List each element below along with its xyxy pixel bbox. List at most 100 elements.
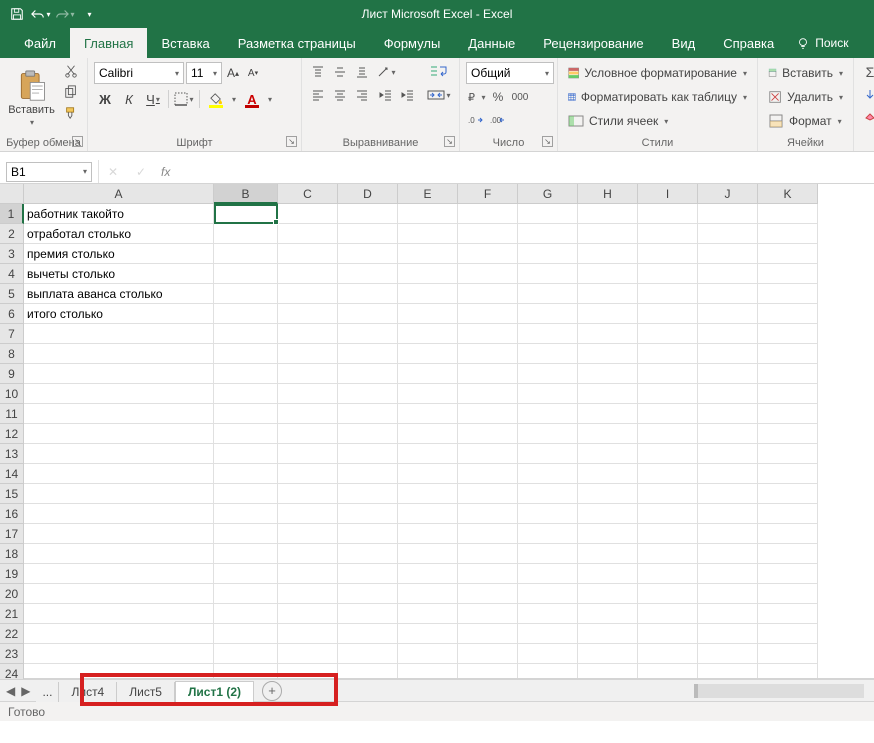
cell[interactable] bbox=[758, 664, 818, 678]
cell[interactable] bbox=[578, 364, 638, 384]
cell[interactable] bbox=[338, 584, 398, 604]
cell[interactable] bbox=[398, 304, 458, 324]
cell[interactable] bbox=[338, 544, 398, 564]
cell[interactable] bbox=[458, 524, 518, 544]
cell[interactable] bbox=[638, 524, 698, 544]
column-header[interactable]: C bbox=[278, 184, 338, 204]
align-center-icon[interactable] bbox=[330, 85, 350, 105]
formula-input[interactable] bbox=[176, 162, 874, 182]
cell[interactable] bbox=[398, 584, 458, 604]
cell[interactable] bbox=[214, 284, 278, 304]
cell[interactable] bbox=[578, 324, 638, 344]
cell[interactable] bbox=[278, 544, 338, 564]
cell[interactable] bbox=[518, 264, 578, 284]
cell[interactable] bbox=[278, 304, 338, 324]
paste-button[interactable]: Вставить ▾ bbox=[6, 62, 57, 135]
cell[interactable] bbox=[698, 504, 758, 524]
cell[interactable] bbox=[214, 504, 278, 524]
cell[interactable] bbox=[758, 464, 818, 484]
cell[interactable] bbox=[458, 204, 518, 224]
cell[interactable] bbox=[698, 284, 758, 304]
row-header[interactable]: 16 bbox=[0, 504, 24, 524]
cell[interactable] bbox=[398, 324, 458, 344]
cell[interactable] bbox=[698, 644, 758, 664]
cell[interactable] bbox=[398, 624, 458, 644]
cell[interactable] bbox=[578, 444, 638, 464]
cell[interactable] bbox=[578, 424, 638, 444]
row-header[interactable]: 13 bbox=[0, 444, 24, 464]
row-header[interactable]: 10 bbox=[0, 384, 24, 404]
cell[interactable] bbox=[698, 584, 758, 604]
tab-file[interactable]: Файл bbox=[10, 28, 70, 58]
row-header[interactable]: 6 bbox=[0, 304, 24, 324]
cell[interactable] bbox=[338, 244, 398, 264]
tab-insert[interactable]: Вставка bbox=[147, 28, 223, 58]
italic-button[interactable]: К bbox=[118, 88, 140, 110]
cell[interactable] bbox=[458, 484, 518, 504]
percent-format-icon[interactable]: % bbox=[488, 87, 508, 107]
sheet-tab[interactable]: Лист1 (2) bbox=[175, 681, 254, 702]
sheet-tab[interactable]: Лист5 bbox=[117, 682, 175, 702]
cell[interactable] bbox=[338, 404, 398, 424]
cell[interactable] bbox=[758, 484, 818, 504]
cell[interactable] bbox=[578, 624, 638, 644]
decrease-indent-icon[interactable] bbox=[376, 85, 396, 105]
cell[interactable]: премия столько bbox=[24, 244, 214, 264]
cell[interactable] bbox=[338, 364, 398, 384]
cell[interactable] bbox=[398, 344, 458, 364]
cell[interactable] bbox=[518, 544, 578, 564]
cancel-formula-icon[interactable]: ✕ bbox=[101, 162, 125, 182]
cell[interactable] bbox=[698, 604, 758, 624]
column-header[interactable]: J bbox=[698, 184, 758, 204]
cell[interactable] bbox=[278, 644, 338, 664]
cell[interactable] bbox=[214, 444, 278, 464]
cell[interactable] bbox=[458, 324, 518, 344]
row-header[interactable]: 14 bbox=[0, 464, 24, 484]
cell[interactable] bbox=[278, 584, 338, 604]
increase-indent-icon[interactable] bbox=[398, 85, 418, 105]
cell[interactable] bbox=[518, 604, 578, 624]
font-color-button[interactable]: A▾ bbox=[240, 88, 264, 110]
cell[interactable] bbox=[758, 324, 818, 344]
column-header[interactable]: E bbox=[398, 184, 458, 204]
cell[interactable] bbox=[338, 424, 398, 444]
cell[interactable] bbox=[338, 324, 398, 344]
dialog-launcher-icon[interactable]: ↘ bbox=[286, 136, 297, 147]
cell[interactable] bbox=[278, 604, 338, 624]
sheet-nav-prev-icon[interactable]: ◀ bbox=[6, 684, 15, 698]
column-header[interactable]: K bbox=[758, 184, 818, 204]
sheet-tab[interactable]: Лист4 bbox=[59, 682, 117, 702]
cell[interactable] bbox=[458, 304, 518, 324]
cell[interactable] bbox=[758, 604, 818, 624]
format-as-table-button[interactable]: Форматировать как таблицу▾ bbox=[564, 86, 751, 108]
cell[interactable] bbox=[638, 484, 698, 504]
row-header[interactable]: 12 bbox=[0, 424, 24, 444]
cell[interactable] bbox=[518, 364, 578, 384]
cell[interactable] bbox=[458, 604, 518, 624]
cell[interactable] bbox=[214, 204, 278, 224]
fill-color-button[interactable]: ▾ bbox=[204, 88, 228, 110]
cell[interactable] bbox=[278, 284, 338, 304]
cell[interactable] bbox=[458, 364, 518, 384]
cell[interactable] bbox=[578, 224, 638, 244]
cell[interactable] bbox=[398, 664, 458, 678]
cell[interactable] bbox=[24, 644, 214, 664]
cell[interactable] bbox=[24, 444, 214, 464]
underline-button[interactable]: Ч▾ bbox=[142, 88, 164, 110]
cell[interactable] bbox=[24, 364, 214, 384]
cell[interactable] bbox=[758, 344, 818, 364]
row-header[interactable]: 2 bbox=[0, 224, 24, 244]
insert-cells-button[interactable]: Вставить▾ bbox=[764, 62, 847, 84]
align-bottom-icon[interactable] bbox=[352, 62, 372, 82]
cell[interactable] bbox=[398, 484, 458, 504]
column-header[interactable]: B bbox=[214, 184, 278, 204]
cell[interactable] bbox=[458, 504, 518, 524]
cell[interactable] bbox=[338, 304, 398, 324]
cell[interactable] bbox=[398, 244, 458, 264]
cell[interactable] bbox=[698, 404, 758, 424]
cell[interactable] bbox=[214, 484, 278, 504]
name-box[interactable]: B1▾ bbox=[6, 162, 92, 182]
redo-icon[interactable]: ▾ bbox=[54, 3, 76, 25]
cell[interactable] bbox=[698, 264, 758, 284]
cell[interactable] bbox=[638, 364, 698, 384]
